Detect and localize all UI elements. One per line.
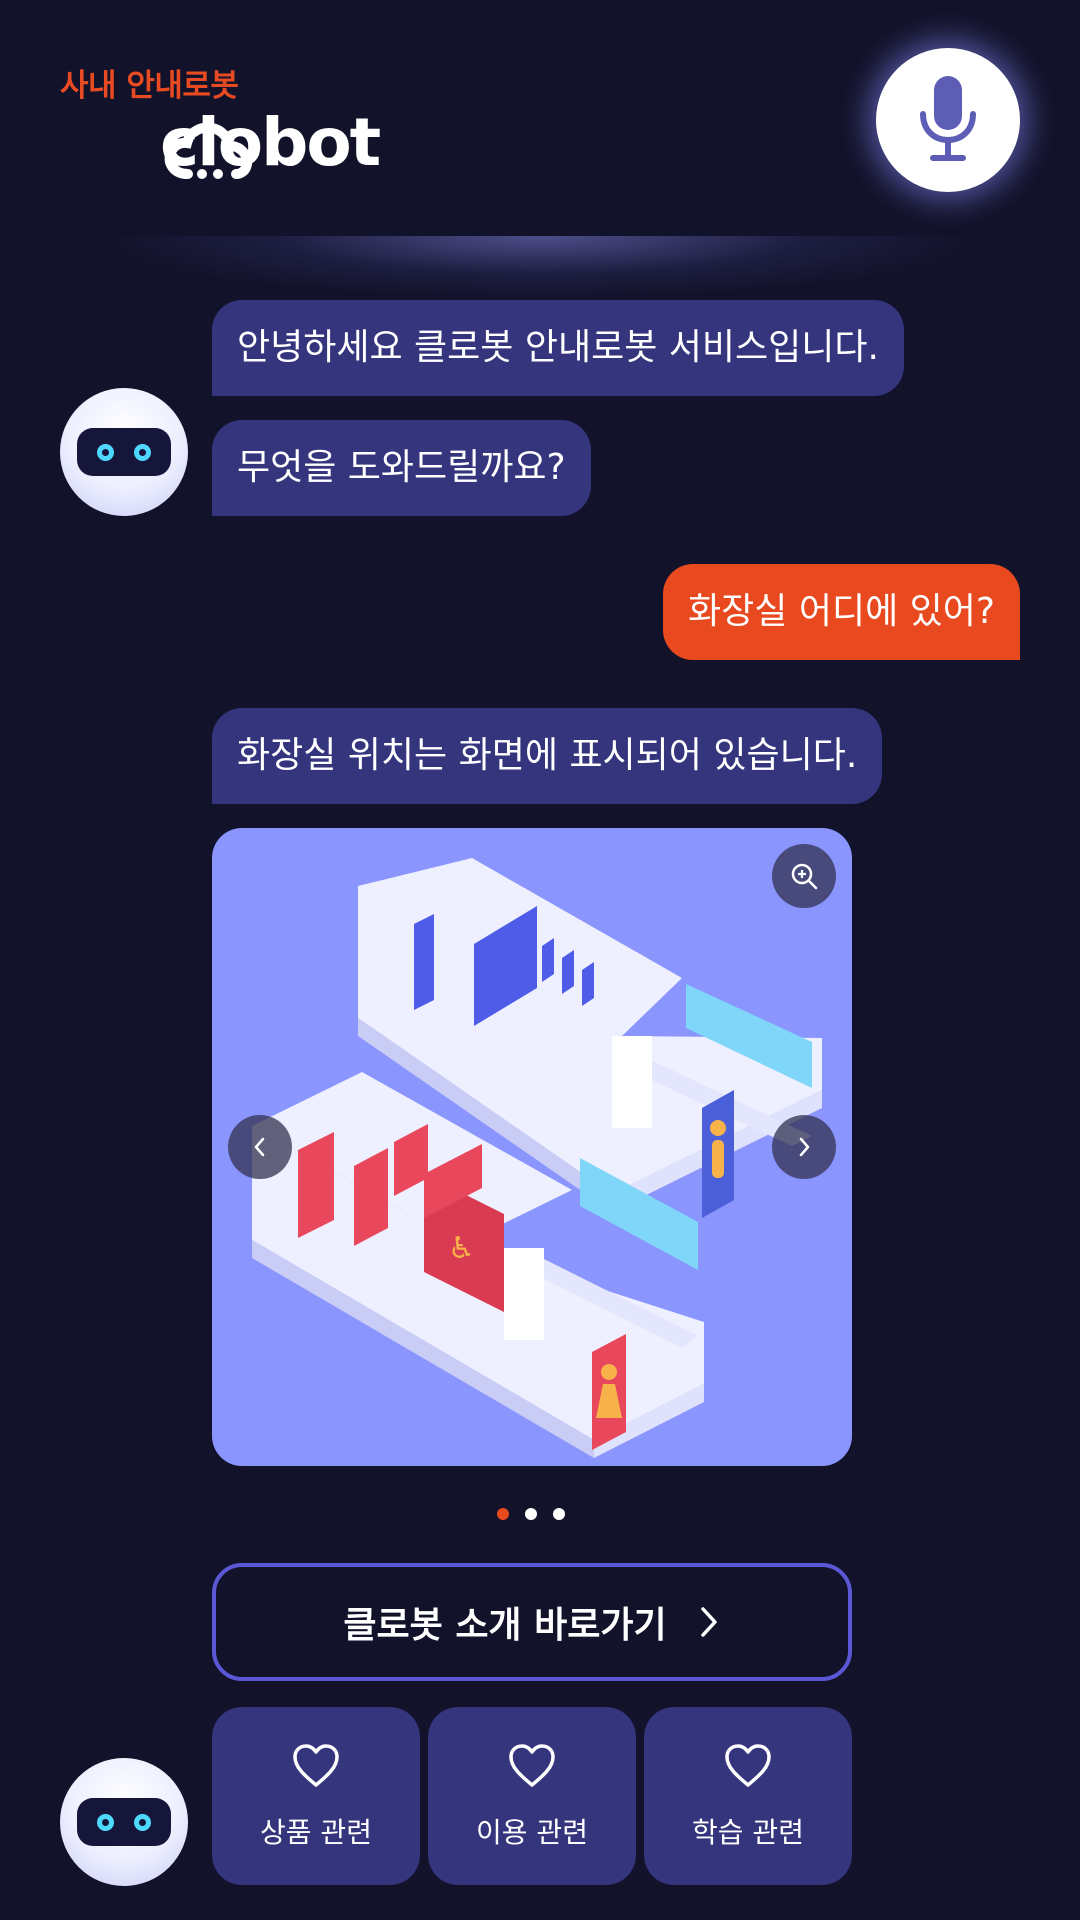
- microphone-button[interactable]: [876, 48, 1020, 192]
- restroom-map-card[interactable]: ♿: [212, 828, 852, 1466]
- robot-face-icon: [77, 428, 171, 476]
- heart-icon: [725, 1744, 771, 1787]
- zoom-in-icon: [791, 863, 818, 890]
- quick-menu-product[interactable]: 상품 관련: [212, 1707, 420, 1885]
- heart-icon: [293, 1744, 339, 1787]
- quick-menu-label: 상품 관련: [260, 1816, 372, 1849]
- bot-message-greeting: 안녕하세요 클로봇 안내로봇 서비스입니다.: [212, 300, 904, 396]
- chevron-right-icon: [799, 1137, 810, 1157]
- quick-menu-learning[interactable]: 학습 관련: [644, 1707, 852, 1885]
- carousel-dot-1[interactable]: [497, 1508, 509, 1520]
- carousel-dot-2[interactable]: [525, 1508, 537, 1520]
- user-message: 화장실 어디에 있어?: [663, 564, 1020, 660]
- robot-avatar: [60, 388, 188, 516]
- quick-menu-label: 이용 관련: [476, 1816, 588, 1849]
- brand-wordmark: clobot: [160, 104, 381, 181]
- chevron-left-icon: [254, 1137, 265, 1157]
- robot-face-icon: [77, 1798, 171, 1846]
- quick-menu-label: 학습 관련: [692, 1816, 804, 1849]
- restroom-illustration: ♿: [252, 858, 822, 1458]
- heart-icon: [509, 1744, 555, 1787]
- microphone-icon: [920, 76, 976, 161]
- zoom-button[interactable]: [772, 844, 836, 908]
- carousel-dot-3[interactable]: [553, 1508, 565, 1520]
- header-divider-glow: [120, 236, 960, 296]
- bot-message-answer: 화장실 위치는 화면에 표시되어 있습니다.: [212, 708, 883, 804]
- quick-menu-usage[interactable]: 이용 관련: [428, 1707, 636, 1885]
- bot-message-question: 무엇을 도와드릴까요?: [212, 420, 591, 516]
- carousel-prev-button[interactable]: [228, 1115, 292, 1179]
- link-button-label: 클로봇 소개 바로가기: [343, 1605, 667, 1646]
- chevron-right-icon: [700, 1607, 717, 1637]
- svg-text:♿: ♿: [448, 1231, 475, 1266]
- carousel-pagination: [497, 1508, 565, 1520]
- app-title: 사내 안내로봇: [60, 68, 239, 104]
- clobot-intro-link-button[interactable]: 클로봇 소개 바로가기: [212, 1563, 852, 1681]
- carousel-next-button[interactable]: [772, 1115, 836, 1179]
- robot-avatar: [60, 1758, 188, 1886]
